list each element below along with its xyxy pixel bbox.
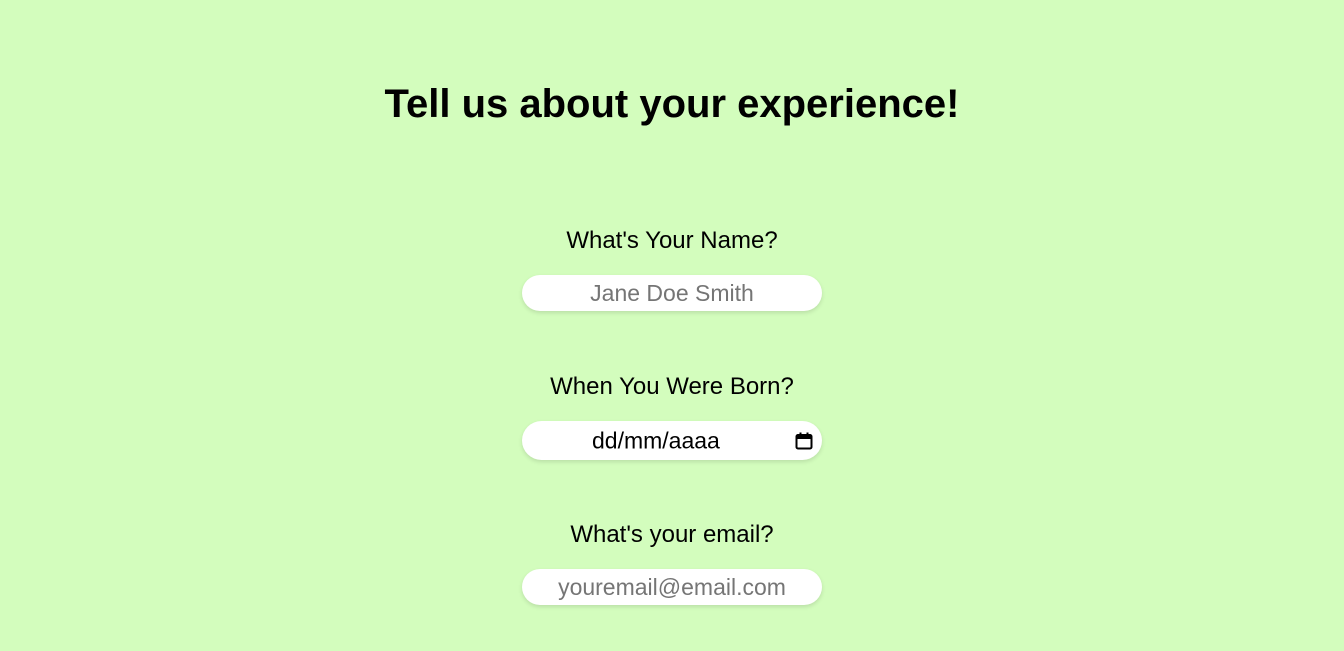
email-label: What's your email? [570,521,774,548]
birth-date-placeholder: dd/mm/aaaa [592,427,720,453]
birth-date-label: When You Were Born? [550,373,794,400]
name-label: What's Your Name? [566,227,778,254]
email-input[interactable] [522,569,822,605]
calendar-icon[interactable] [794,431,814,451]
name-input[interactable] [522,275,822,311]
birth-date-input[interactable]: dd/mm/aaaa [522,421,822,460]
page-title: Tell us about your experience! [384,82,960,126]
